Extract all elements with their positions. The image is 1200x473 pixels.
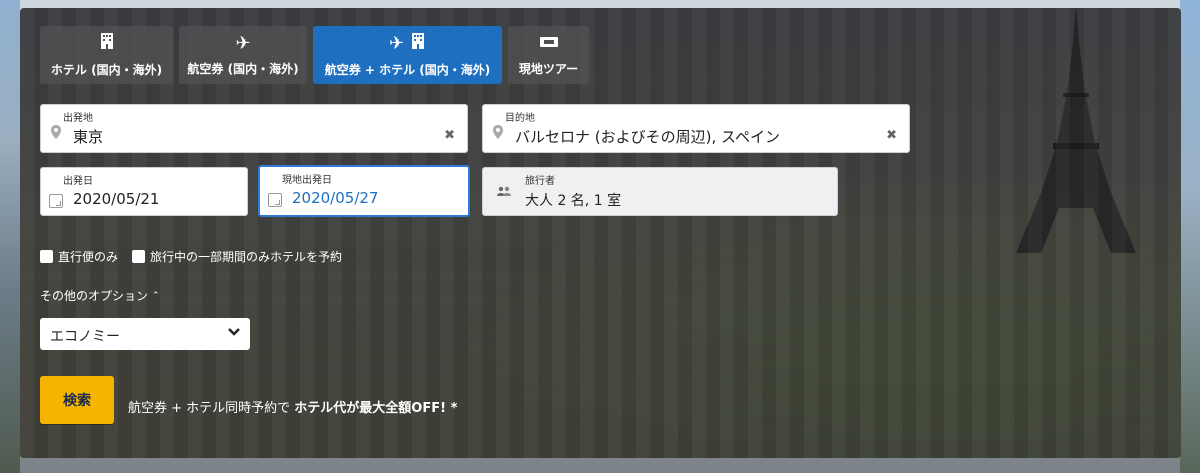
more-options-toggle[interactable]: その他のオプション ⌃: [40, 287, 160, 304]
destination-label: 目的地: [505, 113, 535, 124]
tab-hotel[interactable]: ホテル (国内・海外): [40, 26, 173, 84]
search-panel: ホテル (国内・海外) ✈ 航空券 (国内・海外) ✈ 航空券 + ホテル (国…: [20, 8, 1181, 458]
clear-destination-icon[interactable]: ✖: [886, 128, 897, 143]
travelers-label: 旅行者: [525, 176, 555, 187]
tab-tours[interactable]: 現地ツアー: [508, 26, 589, 84]
people-icon: [497, 186, 511, 196]
tab-flight-hotel[interactable]: ✈ 航空券 + ホテル (国内・海外): [313, 26, 502, 84]
origin-label: 出発地: [63, 113, 93, 124]
location-pin-icon: [493, 125, 503, 139]
return-date-field[interactable]: 現地出発日 2020/05/27: [258, 165, 470, 217]
options-checkboxes: 直行便のみ 旅行中の一部期間のみホテルを予約: [40, 248, 342, 265]
chevron-up-icon: ⌃: [152, 290, 160, 301]
hotel-icon: [410, 32, 426, 55]
chevron-down-icon: [228, 325, 240, 341]
checkbox-box[interactable]: [40, 250, 53, 263]
background-left: [0, 0, 20, 473]
hotel-icon: [99, 32, 115, 55]
calendar-icon: [49, 194, 63, 208]
destination-field[interactable]: 目的地 バルセロナ (およびその周辺), スペイン ✖: [482, 104, 910, 153]
tab-label: ホテル (国内・海外): [50, 63, 163, 77]
promo-normal: 航空券 + ホテル同時予約で: [128, 401, 295, 416]
product-tabs: ホテル (国内・海外) ✈ 航空券 (国内・海外) ✈ 航空券 + ホテル (国…: [40, 26, 589, 84]
origin-value: 東京: [73, 128, 104, 146]
checkbox-box[interactable]: [132, 250, 146, 263]
depart-label: 出発日: [63, 176, 93, 187]
airplane-icon: ✈: [235, 32, 251, 54]
clear-origin-icon[interactable]: ✖: [444, 128, 455, 143]
origin-field[interactable]: 出発地 東京 ✖: [40, 104, 468, 153]
partial-hotel-checkbox[interactable]: 旅行中の一部期間のみホテルを予約: [132, 248, 342, 265]
nonstop-checkbox[interactable]: 直行便のみ: [40, 248, 118, 265]
depart-value: 2020/05/21: [73, 190, 160, 208]
promo-bold: ホテル代が最大全額OFF! *: [294, 401, 458, 416]
return-label: 現地出発日: [282, 175, 332, 186]
calendar-icon: [268, 193, 282, 207]
tab-flight[interactable]: ✈ 航空券 (国内・海外): [179, 26, 307, 84]
checkbox-label: 直行便のみ: [58, 250, 119, 264]
depart-date-field[interactable]: 出発日 2020/05/21: [40, 167, 248, 216]
tab-label: 航空券 + ホテル (国内・海外): [324, 63, 491, 77]
search-button[interactable]: 検索: [40, 376, 114, 424]
promo-text: 航空券 + ホテル同時予約で ホテル代が最大全額OFF! *: [128, 397, 457, 416]
ticket-icon: [539, 34, 559, 54]
cabin-class-value: エコノミー: [50, 329, 120, 345]
travelers-value: 大人 2 名, 1 室: [525, 193, 622, 209]
more-options-label: その他のオプション: [40, 289, 149, 303]
checkbox-label: 旅行中の一部期間のみホテルを予約: [150, 250, 343, 264]
destination-value: バルセロナ (およびその周辺), スペイン: [515, 128, 780, 146]
return-value: 2020/05/27: [292, 189, 379, 207]
background-right: [1180, 0, 1200, 473]
airplane-icon: ✈: [388, 32, 405, 54]
tab-label: 航空券 (国内・海外): [187, 61, 299, 76]
location-pin-icon: [51, 125, 61, 139]
tab-label: 現地ツアー: [518, 61, 579, 76]
eiffel-tower-image: [1016, 8, 1136, 253]
cabin-class-select[interactable]: エコノミー: [40, 318, 250, 350]
travelers-field[interactable]: 旅行者 大人 2 名, 1 室: [482, 167, 838, 216]
